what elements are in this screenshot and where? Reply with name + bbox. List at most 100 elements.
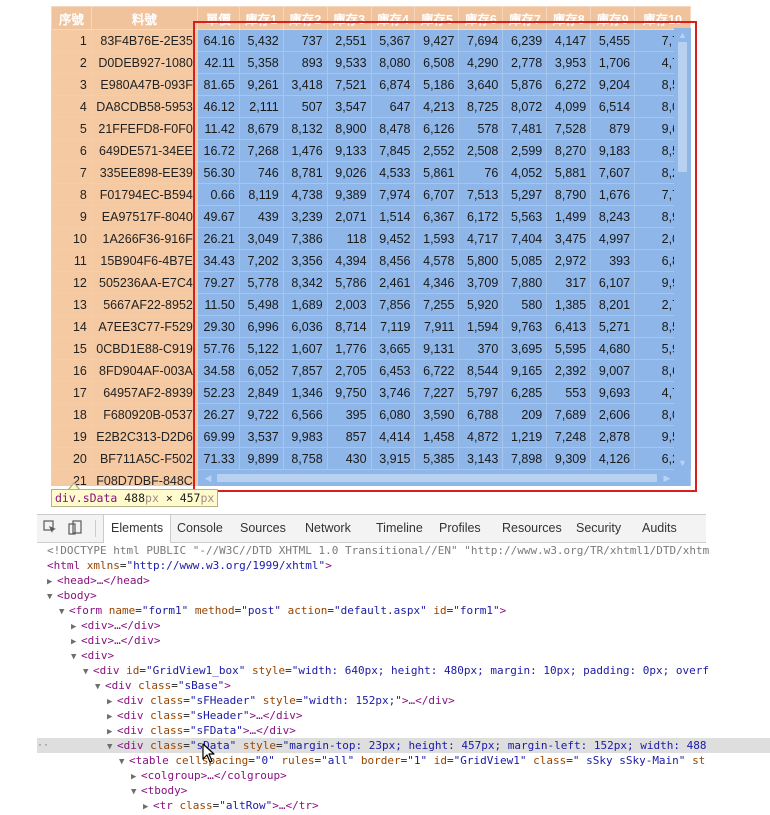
table-row[interactable]: 11 15B904F6-4B7E 34.43 7,202 3,356 4,394 8,456… xyxy=(51,249,691,272)
table-row[interactable]: 6 649DE571-34EE 16.72 7,268 1,476 9,133 7,845 2… xyxy=(51,139,691,162)
scroll-up-arrow-icon[interactable]: ▲ xyxy=(674,28,691,42)
dom-node-html[interactable]: <html xmlns="http://www.w3.org/1999/xhtm… xyxy=(37,558,716,573)
expand-triangle-icon[interactable]: ▶ xyxy=(107,695,117,708)
table-row[interactable]: 18 F680920B-0537 26.27 9,722 6,566 395 6,080 3,… xyxy=(51,403,691,426)
data-cell: 6,453 xyxy=(370,359,416,382)
expand-triangle-icon[interactable]: ▶ xyxy=(47,575,57,588)
tab-security[interactable]: Security xyxy=(569,515,628,542)
expand-triangle-icon[interactable]: ▶ xyxy=(71,620,81,633)
collapse-triangle-icon[interactable]: ▼ xyxy=(107,740,117,753)
dom-node-form[interactable]: ▼ <form name="form1" method="post" action… xyxy=(37,603,728,618)
tab-resources[interactable]: Resources xyxy=(495,515,569,542)
collapse-triangle-icon[interactable]: ▼ xyxy=(83,665,93,678)
collapse-triangle-icon[interactable]: ▼ xyxy=(59,605,69,618)
data-cell: 893 xyxy=(282,51,328,74)
data-cell: 9,204 xyxy=(590,73,636,96)
table-row[interactable]: 1 83F4B76E-2E35 64.16 5,432 737 2,551 5,367 9,4… xyxy=(51,29,691,52)
dom-node-sdata-selected[interactable]: ·· ▼ <div class="sData" style="margin-top:… xyxy=(37,738,770,753)
vertical-scrollbar[interactable]: ▲ ▼ xyxy=(674,28,691,470)
scroll-left-arrow-icon[interactable]: ◀ xyxy=(201,470,215,486)
column-header-7[interactable]: 庫存4 xyxy=(370,6,416,30)
column-header-3[interactable]: 單價 xyxy=(196,6,240,30)
part-number-cell: 1A266F36-916F xyxy=(90,227,198,250)
column-header-9[interactable]: 庫存6 xyxy=(458,6,504,30)
table-tag: <table xyxy=(129,754,169,767)
column-header-13[interactable]: 庫存10 xyxy=(634,6,691,30)
div-close: >…</div> xyxy=(249,709,303,722)
dom-node-head[interactable]: ▶ <head>…</head> xyxy=(37,573,716,588)
selected-node-dots-icon[interactable]: ·· xyxy=(37,738,49,753)
data-cell: 7,481 xyxy=(502,117,548,140)
dom-node-gridview-box[interactable]: ▼ <div id="GridView1_box" style="width: 6… xyxy=(37,663,752,678)
column-header-6[interactable]: 庫存3 xyxy=(326,6,372,30)
collapse-triangle-icon[interactable]: ▼ xyxy=(71,650,81,663)
table-row[interactable]: 3 E980A47B-093F 81.65 9,261 3,418 7,521 6,874 5… xyxy=(51,73,691,96)
expand-triangle-icon[interactable]: ▶ xyxy=(107,710,117,723)
expand-triangle-icon[interactable]: ▶ xyxy=(71,635,81,648)
column-header-5[interactable]: 庫存2 xyxy=(282,6,328,30)
dom-node-colgroup[interactable]: ▶ <colgroup>…</colgroup> xyxy=(37,768,770,783)
dom-node-tr[interactable]: ▶ <tr class="altRow">…</tr> xyxy=(37,798,770,813)
dom-node-tbody[interactable]: ▼ <tbody> xyxy=(37,783,770,798)
data-cell: 1,676 xyxy=(590,183,636,206)
column-header-2[interactable]: 料號 xyxy=(90,6,198,30)
column-header-11[interactable]: 庫存8 xyxy=(546,6,592,30)
dom-node-doctype[interactable]: <!DOCTYPE html PUBLIC "-//W3C//DTD XHTML… xyxy=(37,543,716,558)
table-row[interactable]: 16 8FD904AF-003A 34.58 6,052 7,857 2,705 6,453… xyxy=(51,359,691,382)
table-row[interactable]: 5 21FFEFD8-F0F0 11.42 8,679 8,132 8,900 8,478 6… xyxy=(51,117,691,140)
collapse-triangle-icon[interactable]: ▼ xyxy=(95,680,105,693)
data-cell: 26.21 xyxy=(196,227,240,250)
table-row[interactable]: 17 64957AF2-8939 52.23 2,849 1,346 9,750 3,746… xyxy=(51,381,691,404)
column-header-10[interactable]: 庫存7 xyxy=(502,6,548,30)
column-header-4[interactable]: 庫存1 xyxy=(238,6,284,30)
table-row[interactable]: 8 F01794EC-B594 0.66 8,119 4,738 9,389 7,974 6,… xyxy=(51,183,691,206)
tab-elements[interactable]: Elements xyxy=(103,515,172,543)
table-row[interactable]: 20 BF711A5C-F502 71.33 9,899 8,758 430 3,915 5,… xyxy=(51,447,691,470)
row-index-cell: 9 xyxy=(51,205,92,228)
table-row[interactable]: 19 E2B2C313-D2D6 69.99 3,537 9,983 857 4,414 1,… xyxy=(51,425,691,448)
tab-profiles[interactable]: Profiles xyxy=(432,515,488,542)
column-header-8[interactable]: 庫存5 xyxy=(414,6,460,30)
dom-node-sbase[interactable]: ▼ <div class="sBase"> xyxy=(37,678,764,693)
inspect-element-icon[interactable] xyxy=(42,520,58,536)
vertical-scroll-thumb[interactable] xyxy=(678,42,687,172)
data-cell: 1,458 xyxy=(414,425,460,448)
column-header-1[interactable]: 序號 xyxy=(51,6,92,30)
scroll-right-arrow-icon[interactable]: ▶ xyxy=(660,470,674,486)
table-row[interactable]: 7 335EE898-EE39 56.30 746 8,781 9,026 4,533 5,8… xyxy=(51,161,691,184)
tab-audits[interactable]: Audits xyxy=(635,515,684,542)
dom-node-div-open[interactable]: ▼ <div> xyxy=(37,648,740,663)
dom-node-div-collapsed[interactable]: ▶ <div>…</div> xyxy=(37,633,740,648)
table-row[interactable]: 14 A7EE3C77-F529 29.30 6,996 6,036 8,714 7,119… xyxy=(51,315,691,338)
dom-node-sfheader[interactable]: ▶ <div class="sFHeader" style="width: 152… xyxy=(37,693,770,708)
column-header-12[interactable]: 庫存9 xyxy=(590,6,636,30)
device-mode-icon[interactable] xyxy=(67,520,83,536)
data-cell: 1,593 xyxy=(414,227,460,250)
table-row[interactable]: 15 0CBD1E88-C919 57.76 5,122 1,607 1,776 3,665… xyxy=(51,337,691,360)
table-row[interactable]: 4 DA8CDB58-5953 46.12 2,111 507 3,547 647 4,213… xyxy=(51,95,691,118)
dom-node-body[interactable]: ▼ <body> xyxy=(37,588,716,603)
expand-triangle-icon[interactable]: ▶ xyxy=(131,770,141,783)
table-row[interactable]: 10 1A266F36-916F 26.21 3,049 7,386 118 9,452 1,… xyxy=(51,227,691,250)
expand-triangle-icon[interactable]: ▶ xyxy=(107,725,117,738)
table-row[interactable]: 9 EA97517F-8040 49.67 439 3,239 2,071 1,514 6,3… xyxy=(51,205,691,228)
collapse-triangle-icon[interactable]: ▼ xyxy=(47,590,57,603)
dom-node-table[interactable]: ▼ <table cellspacing="0" rules="all" bord… xyxy=(37,753,770,768)
dom-node-div-collapsed[interactable]: ▶ <div>…</div> xyxy=(37,618,740,633)
dom-node-sheader[interactable]: ▶ <div class="sHeader">…</div> xyxy=(37,708,770,723)
tab-timeline[interactable]: Timeline xyxy=(369,515,430,542)
collapse-triangle-icon[interactable]: ▼ xyxy=(131,785,141,798)
table-row[interactable]: 2 D0DEB927-1080 42.11 5,358 893 9,533 8,080 6,5… xyxy=(51,51,691,74)
tab-network[interactable]: Network xyxy=(298,515,358,542)
horizontal-scrollbar[interactable]: ◀ ▶ xyxy=(201,470,674,486)
expand-triangle-icon[interactable]: ▶ xyxy=(143,800,153,813)
horizontal-scroll-thumb[interactable] xyxy=(217,474,657,482)
tab-sources[interactable]: Sources xyxy=(233,515,293,542)
tab-console[interactable]: Console xyxy=(170,515,230,542)
scroll-down-arrow-icon[interactable]: ▼ xyxy=(674,456,691,470)
table-row[interactable]: 13 5667AF22-8952 11.50 5,498 1,689 2,003 7,856… xyxy=(51,293,691,316)
collapse-triangle-icon[interactable]: ▼ xyxy=(119,755,129,768)
table-row[interactable]: 12 505236AA-E7C4 79.27 5,778 8,342 5,786 2,461… xyxy=(51,271,691,294)
data-cell: 1,607 xyxy=(282,337,328,360)
dom-node-sfdata[interactable]: ▶ <div class="sFData">…</div> xyxy=(37,723,770,738)
